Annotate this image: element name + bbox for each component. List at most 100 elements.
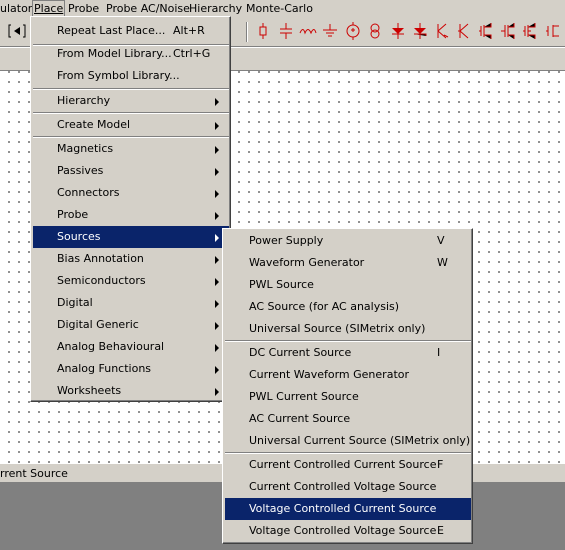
menu-item-label: Analog Functions	[57, 362, 152, 375]
submenu-arrow-icon	[215, 190, 219, 198]
menu-item-label: Current Controlled Current Source	[249, 458, 437, 471]
menu-item-ac-current-source[interactable]: AC Current Source	[225, 408, 471, 430]
menu-item-vcvs[interactable]: Voltage Controlled Voltage Source E	[225, 520, 471, 542]
menu-item-ccvs[interactable]: Current Controlled Voltage Source	[225, 476, 471, 498]
menu-item-from-symbol-library[interactable]: From Symbol Library...	[33, 65, 229, 87]
toolbar-separator	[246, 22, 248, 42]
menu-item-analog-behavioural[interactable]: Analog Behavioural	[33, 336, 229, 358]
menu-item-label: Analog Behavioural	[57, 340, 165, 353]
menu-item-semiconductors[interactable]: Semiconductors	[33, 270, 229, 292]
diode-icon[interactable]	[389, 22, 407, 40]
menu-item-shortcut: Ctrl+G	[173, 47, 211, 60]
menu-item-label: Digital	[57, 296, 93, 309]
menu-item-label: Universal Current Source (SIMetrix only)	[249, 434, 471, 447]
menu-item-label: From Symbol Library...	[57, 69, 180, 82]
menu-item-dc-current-source[interactable]: DC Current Source I	[225, 342, 471, 364]
menu-item-worksheets[interactable]: Worksheets	[33, 380, 229, 402]
menu-item-label: Magnetics	[57, 142, 114, 155]
submenu-arrow-icon	[215, 322, 219, 330]
menu-item-analog-functions[interactable]: Analog Functions	[33, 358, 229, 380]
menu-monte-carlo[interactable]: Monte-Carlo	[246, 2, 313, 15]
menu-item-label: PWL Current Source	[249, 390, 359, 403]
menu-item-label: Bias Annotation	[57, 252, 144, 265]
menu-item-passives[interactable]: Passives	[33, 160, 229, 182]
menu-item-digital-generic[interactable]: Digital Generic	[33, 314, 229, 336]
menu-item-digital[interactable]: Digital	[33, 292, 229, 314]
menu-item-label: Passives	[57, 164, 104, 177]
menu-item-connectors[interactable]: Connectors	[33, 182, 229, 204]
menu-item-create-model[interactable]: Create Model	[33, 114, 229, 136]
menu-item-label: Digital Generic	[57, 318, 139, 331]
menu-item-label: Current Waveform Generator	[249, 368, 410, 381]
submenu-arrow-icon	[215, 366, 219, 374]
menu-item-probe[interactable]: Probe	[33, 204, 229, 226]
submenu-arrow-icon	[215, 388, 219, 396]
menu-item-label: Probe	[57, 208, 89, 221]
submenu-arrow-icon	[215, 98, 219, 106]
menu-item-label: DC Current Source	[249, 346, 352, 359]
current-source-icon[interactable]	[366, 22, 384, 40]
menu-item-shortcut: E	[437, 524, 444, 537]
menu-item-label: Waveform Generator	[249, 256, 365, 269]
menu-item-pwl-current-source[interactable]: PWL Current Source	[225, 386, 471, 408]
menu-item-magnetics[interactable]: Magnetics	[33, 138, 229, 160]
menu-item-sources[interactable]: Sources	[33, 226, 229, 248]
place-menu: Repeat Last Place... Alt+R From Model Lib…	[30, 16, 231, 402]
menu-item-label: Hierarchy	[57, 94, 111, 107]
capacitor-icon[interactable]	[277, 22, 295, 40]
submenu-arrow-icon	[215, 278, 219, 286]
resistor-icon[interactable]	[254, 22, 272, 40]
menu-item-current-waveform-generator[interactable]: Current Waveform Generator	[225, 364, 471, 386]
menu-item-label: Voltage Controlled Current Source	[249, 502, 437, 515]
status-text: rrent Source	[0, 467, 68, 480]
ground-icon[interactable]	[321, 22, 339, 40]
menu-item-label: PWL Source	[249, 278, 314, 291]
menu-probe[interactable]: Probe	[68, 2, 99, 15]
bracket-icon[interactable]	[8, 22, 26, 40]
submenu-arrow-icon	[215, 234, 219, 242]
menu-item-pwl-source[interactable]: PWL Source	[225, 274, 471, 296]
menu-item-bias-annotation[interactable]: Bias Annotation	[33, 248, 229, 270]
menu-item-label: Power Supply	[249, 234, 324, 247]
zener-icon[interactable]	[411, 22, 429, 40]
menu-item-label: AC Current Source	[249, 412, 351, 425]
voltage-source-icon[interactable]	[344, 22, 362, 40]
submenu-arrow-icon	[215, 168, 219, 176]
submenu-arrow-icon	[215, 122, 219, 130]
schottky-icon[interactable]	[433, 22, 451, 40]
menu-item-repeat-last-place[interactable]: Repeat Last Place... Alt+R	[33, 20, 229, 42]
submenu-arrow-icon	[215, 212, 219, 220]
menu-item-label: Create Model	[57, 118, 131, 131]
menu-probe-ac-noise[interactable]: Probe AC/Noise	[106, 2, 190, 15]
menu-item-shortcut: Alt+R	[173, 24, 205, 37]
menu-hierarchy[interactable]: Hierarchy	[189, 2, 242, 15]
npn-icon[interactable]	[477, 22, 495, 40]
inductor-icon[interactable]	[299, 22, 317, 40]
nmos-icon[interactable]	[521, 22, 539, 40]
sources-submenu: Power Supply V Waveform Generator W PWL So…	[222, 228, 473, 544]
submenu-arrow-icon	[215, 344, 219, 352]
menu-item-ac-source[interactable]: AC Source (for AC analysis)	[225, 296, 471, 318]
menu-item-cccs[interactable]: Current Controlled Current Source F	[225, 454, 471, 476]
menu-item-power-supply[interactable]: Power Supply V	[225, 230, 471, 252]
menu-item-label: Voltage Controlled Voltage Source	[249, 524, 437, 537]
menu-place-label: Place	[34, 2, 64, 15]
menu-item-label: Current Controlled Voltage Source	[249, 480, 437, 493]
menu-place[interactable]: Place	[31, 0, 66, 17]
menu-item-hierarchy[interactable]: Hierarchy	[33, 90, 229, 112]
menu-item-shortcut: F	[437, 458, 444, 471]
menu-item-label: Worksheets	[57, 384, 122, 397]
submenu-arrow-icon	[215, 146, 219, 154]
menu-item-from-model-library[interactable]: From Model Library... Ctrl+G	[33, 43, 229, 65]
menu-item-waveform-generator[interactable]: Waveform Generator W	[225, 252, 471, 274]
menu-item-universal-source[interactable]: Universal Source (SIMetrix only)	[225, 318, 471, 340]
menu-item-label: AC Source (for AC analysis)	[249, 300, 400, 313]
pmos-icon[interactable]	[544, 22, 562, 40]
menu-item-label: Connectors	[57, 186, 120, 199]
led-icon[interactable]	[455, 22, 473, 40]
menu-item-label: Sources	[57, 230, 101, 243]
pnp-icon[interactable]	[499, 22, 517, 40]
menu-item-vccs[interactable]: Voltage Controlled Current Source	[225, 498, 471, 520]
menu-simulator[interactable]: ulator	[0, 2, 32, 15]
menu-item-universal-current-source[interactable]: Universal Current Source (SIMetrix only)	[225, 430, 471, 452]
